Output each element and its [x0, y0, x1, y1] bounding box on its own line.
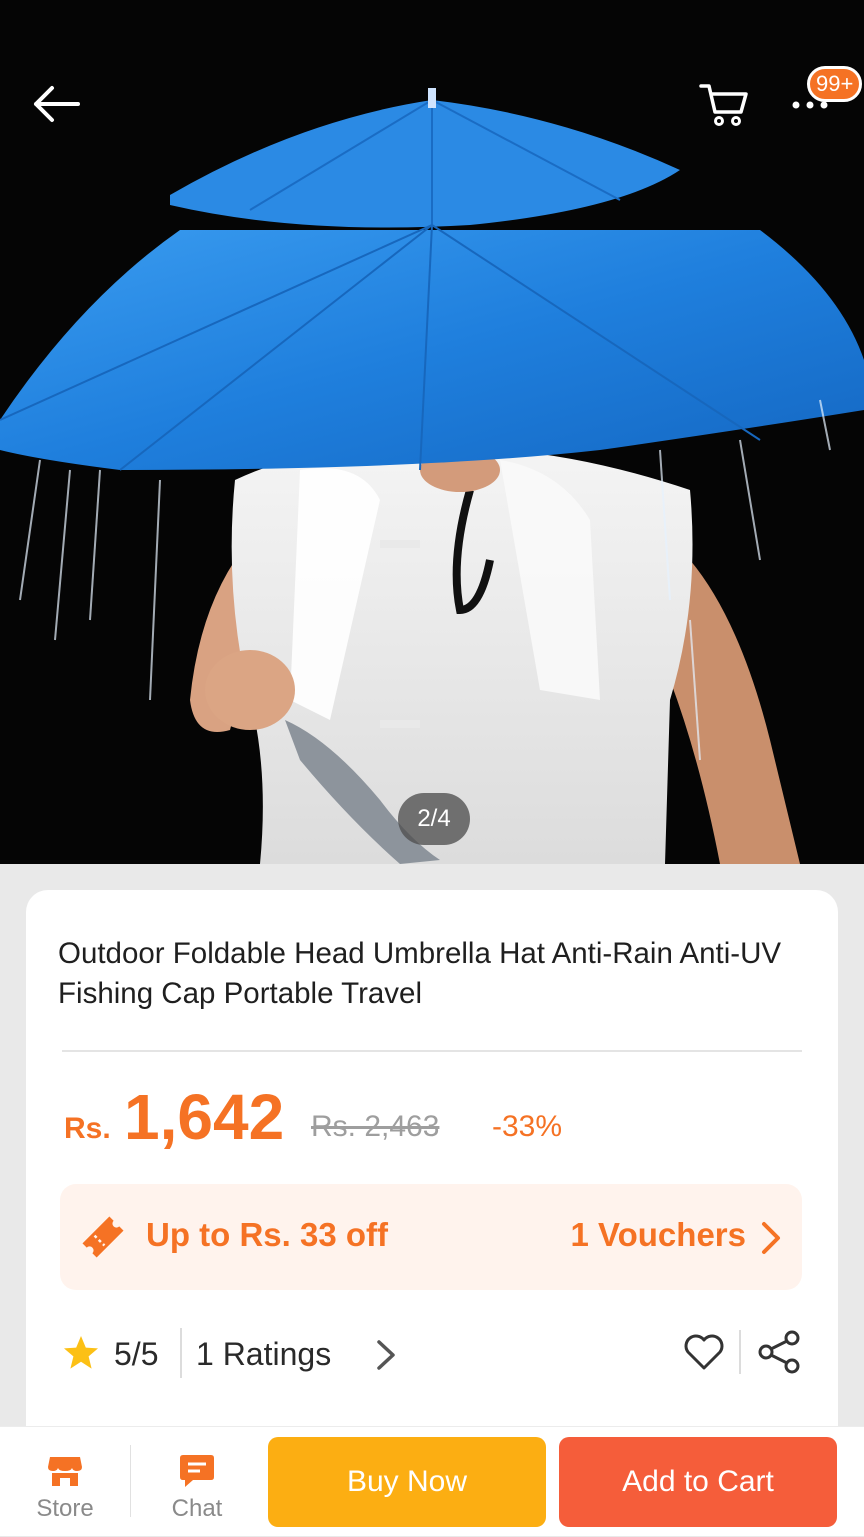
chevron-right-icon: [762, 1222, 780, 1254]
rating-row: 5/5 1 Ratings: [62, 1322, 804, 1382]
cart-button[interactable]: [692, 76, 756, 132]
price-row: Rs. 1,642 Rs. 2,463 -33%: [64, 1080, 804, 1160]
buy-now-button[interactable]: Buy Now: [268, 1437, 546, 1527]
divider: [180, 1328, 182, 1378]
price-currency: Rs.: [64, 1112, 111, 1145]
ratings-count: 1 Ratings: [196, 1336, 332, 1372]
product-title: Outdoor Foldable Head Umbrella Hat Anti-…: [58, 937, 782, 1010]
arrow-left-icon: [34, 86, 80, 122]
discount-percent: -33%: [492, 1110, 563, 1143]
voucher-banner[interactable]: Up to Rs. 33 off 1 Vouchers: [60, 1184, 802, 1290]
ratings-link[interactable]: 1 Ratings: [196, 1322, 406, 1382]
chat-icon: [180, 1455, 214, 1487]
star-icon: [64, 1336, 98, 1369]
original-price: Rs. 2,463: [311, 1110, 440, 1143]
rating-score: 5/5: [114, 1336, 159, 1372]
divider: [739, 1330, 741, 1374]
product-image-gallery[interactable]: 99+ 2/4: [0, 0, 864, 864]
divider: [62, 1050, 802, 1052]
chat-label: Chat: [171, 1495, 223, 1522]
share-icon[interactable]: [756, 1328, 804, 1376]
voucher-count: 1 Vouchers: [570, 1216, 746, 1253]
wishlist-heart-icon[interactable]: [682, 1330, 726, 1374]
image-pager: 2/4: [398, 793, 470, 845]
product-info-card: Outdoor Foldable Head Umbrella Hat Anti-…: [26, 890, 838, 1450]
voucher-text: Up to Rs. 33 off: [146, 1216, 389, 1253]
current-price: 1,642: [124, 1081, 285, 1153]
cart-icon: [699, 84, 748, 126]
chat-button[interactable]: Chat: [132, 1427, 262, 1537]
notification-badge: 99+: [807, 66, 863, 102]
back-button[interactable]: [26, 78, 86, 130]
store-icon: [48, 1457, 82, 1486]
voucher-ticket-icon: [82, 1216, 124, 1258]
store-button[interactable]: Store: [0, 1427, 130, 1537]
store-label: Store: [36, 1495, 94, 1522]
chevron-right-icon: [377, 1340, 395, 1370]
divider: [130, 1445, 131, 1517]
add-to-cart-button[interactable]: Add to Cart: [559, 1437, 837, 1527]
bottom-action-bar: Store Chat Buy Now Add to Cart: [0, 1426, 864, 1536]
